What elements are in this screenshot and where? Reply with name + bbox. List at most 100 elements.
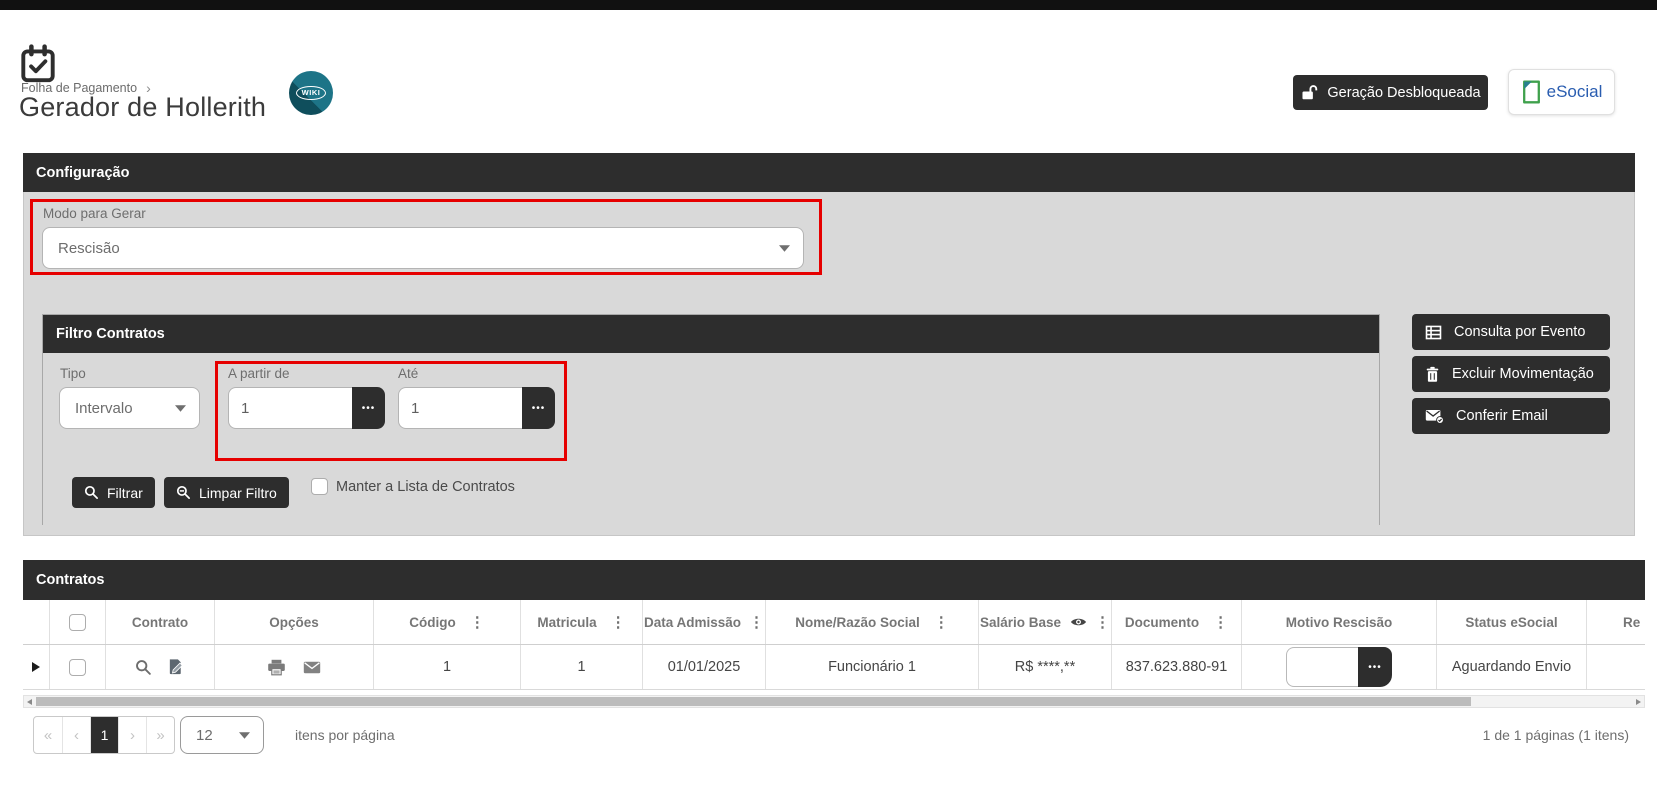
chevron-down-icon [239,731,250,739]
column-menu-icon[interactable]: ⋮ [1095,613,1110,631]
column-header-status-esocial: Status eSocial [1437,600,1587,644]
expand-cell [23,645,50,689]
column-menu-icon[interactable]: ⋮ [611,613,626,631]
pager-next-button[interactable]: › [118,717,146,753]
items-per-page-label: itens por página [295,727,395,743]
manter-lista-checkbox[interactable] [311,478,328,495]
nome-cell: Funcionário 1 [766,645,979,689]
column-header-matricula: Matricula ⋮ [521,600,643,644]
motivo-rescisao-input[interactable] [1286,647,1358,687]
column-header-salario-base: Salário Base ⋮ [979,600,1112,644]
column-header-contrato: Contrato [106,600,215,644]
documento-value: 837.623.880-91 [1125,659,1228,675]
scroll-left-arrow-icon[interactable] [27,698,32,705]
mail-check-icon [1425,409,1444,424]
print-icon[interactable] [267,659,286,676]
select-all-checkbox[interactable] [69,613,86,631]
column-header-data-admissao: Data Admissão ⋮ [643,600,766,644]
ate-label: Até [398,366,419,381]
select-cell [50,645,106,689]
matricula-value: 1 [577,659,586,675]
trash-icon [1426,366,1439,382]
geracao-desbloqueada-button[interactable]: Geração Desbloqueada [1293,75,1488,110]
column-label: Motivo Rescisão [1285,614,1393,630]
column-header-re-clipped: Re [1587,600,1645,644]
column-menu-icon[interactable]: ⋮ [1213,613,1228,631]
page-title: Gerador de Hollerith [19,92,267,122]
table-header-row: Contrato Opções Código ⋮ Matricula ⋮ Dat… [23,600,1645,645]
pager-page-1-button[interactable]: 1 [90,717,118,753]
pager-first-button[interactable]: « [34,717,62,753]
table-row: 1 1 01/01/2025 Funcionário 1 R$ ****,** … [23,645,1645,690]
expand-column-header [23,600,50,644]
tipo-select[interactable]: Intervalo [59,387,200,429]
consulta-por-evento-button[interactable]: Consulta por Evento [1412,314,1610,350]
column-label: Contrato [131,614,189,630]
excluir-movimentacao-label: Excluir Movimentação [1452,366,1594,382]
modo-para-gerar-value: Rescisão [58,239,120,257]
conferir-email-button[interactable]: Conferir Email [1412,398,1610,434]
scrollbar-thumb[interactable] [36,697,1471,706]
codigo-cell: 1 [374,645,521,689]
email-icon[interactable] [303,661,321,674]
view-contract-search-icon[interactable] [135,659,152,676]
modo-para-gerar-select[interactable]: Rescisão [42,227,804,269]
expand-row-icon[interactable] [32,662,40,672]
column-menu-icon[interactable]: ⋮ [470,613,485,631]
column-header-documento: Documento ⋮ [1112,600,1242,644]
eye-icon[interactable] [1070,616,1087,628]
salario-cell: R$ ****,** [979,645,1112,689]
esocial-doc-icon [1522,80,1540,104]
esocial-button[interactable]: eSocial [1508,69,1615,115]
gerador-de-hollerith-page: Folha de Pagamento › Gerador de Hollerit… [0,0,1657,801]
column-label: Re [1623,614,1641,630]
codigo-value: 1 [442,659,452,675]
column-header-codigo: Código ⋮ [374,600,521,644]
column-menu-icon[interactable]: ⋮ [934,613,949,631]
page-size-value: 12 [196,726,213,744]
scroll-right-arrow-icon[interactable] [1636,698,1641,705]
column-label: Matricula [537,614,597,630]
a-partir-de-combo: ••• [228,387,385,429]
ellipsis-icon: ••• [531,402,546,414]
edit-contract-icon[interactable] [167,658,185,676]
chevron-down-icon [175,404,186,412]
tipo-label: Tipo [60,366,86,381]
pager-summary: 1 de 1 páginas (1 itens) [1482,727,1629,743]
data-admissao-value: 01/01/2025 [667,659,741,675]
motivo-rescisao-cell: ••• [1242,645,1437,689]
column-menu-icon[interactable]: ⋮ [749,613,764,631]
column-label: Status eSocial [1465,614,1558,630]
grid-pager: « ‹ 1 › » 12 itens por página 1 de 1 pág… [23,716,1645,756]
status-esocial-cell: Aguardando Envio [1437,645,1587,689]
top-bar [0,0,1657,10]
row-checkbox[interactable] [69,658,86,676]
a-partir-de-more-button[interactable]: ••• [352,387,385,429]
opcoes-cell [215,645,374,689]
re-cell-clipped [1587,645,1645,689]
ate-more-button[interactable]: ••• [522,387,555,429]
pager-buttons: « ‹ 1 › » [33,716,175,754]
calendar-check-icon [21,44,55,83]
wiki-badge[interactable]: WIKI [289,71,333,115]
esocial-label: eSocial [1546,82,1603,101]
pager-prev-button[interactable]: ‹ [62,717,90,753]
limpar-filtro-button[interactable]: Limpar Filtro [164,477,289,508]
excluir-movimentacao-button[interactable]: Excluir Movimentação [1412,356,1610,392]
column-header-motivo-rescisao: Motivo Rescisão [1242,600,1437,644]
configuracao-panel-title: Configuração [23,153,1635,192]
geracao-desbloqueada-label: Geração Desbloqueada [1327,84,1481,101]
page-size-select[interactable]: 12 [180,716,264,754]
filtrar-button[interactable]: Filtrar [72,477,155,508]
filtrar-label: Filtrar [107,484,143,501]
table-grid-icon [1425,325,1442,339]
a-partir-de-input[interactable] [228,387,352,429]
column-label: Nome/Razão Social [795,614,920,630]
pager-last-button[interactable]: » [146,717,174,753]
ellipsis-icon: ••• [361,402,376,414]
manter-lista-label: Manter a Lista de Contratos [336,479,515,495]
motivo-rescisao-more-button[interactable]: ••• [1358,647,1392,687]
chevron-down-icon [779,244,790,252]
column-label: Data Admissão [643,614,742,630]
ate-input[interactable] [398,387,522,429]
